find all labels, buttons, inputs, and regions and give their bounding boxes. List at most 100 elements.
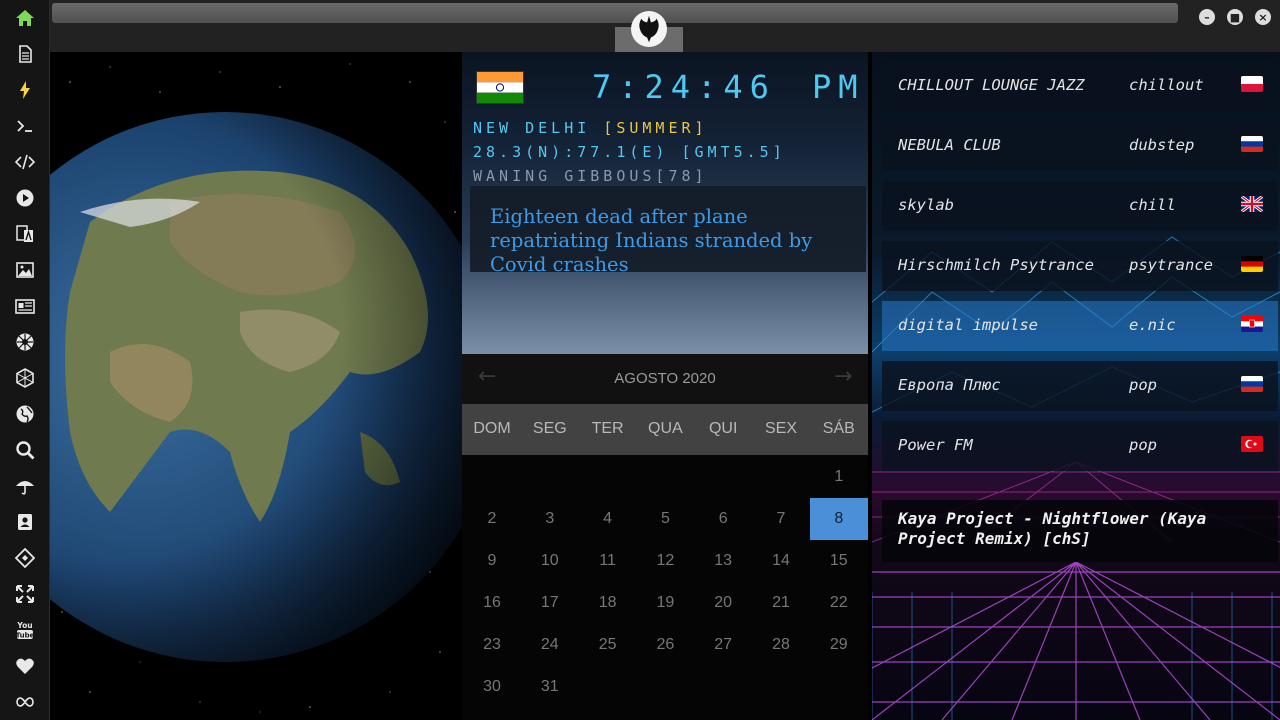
weekday-label: SEG	[532, 420, 567, 437]
calendar-day[interactable]: 16	[463, 582, 521, 624]
calendar-day[interactable]: 24	[521, 624, 579, 666]
calendar-day[interactable]: 26	[636, 624, 694, 666]
flag-ru-icon	[1241, 136, 1263, 152]
svg-text:You: You	[16, 621, 32, 630]
rebel-logo-icon[interactable]	[631, 11, 667, 47]
calendar-day[interactable]: 10	[521, 540, 579, 582]
weekday-label: QUI	[708, 420, 738, 437]
city-line: NEW DELHI [SUMMER]	[473, 119, 708, 137]
newspaper-icon[interactable]	[13, 294, 37, 318]
lightning-icon[interactable]	[13, 78, 37, 102]
flag-de-icon	[1241, 256, 1263, 272]
calendar-day[interactable]: 20	[694, 582, 752, 624]
calendar-day[interactable]: 12	[636, 540, 694, 582]
image-icon[interactable]	[13, 258, 37, 282]
calendar-month-title: AGOSTO 2020	[614, 370, 716, 387]
weekday-label: SÁB	[822, 420, 855, 437]
calendar-day[interactable]: 11	[579, 540, 637, 582]
now-playing-title: Kaya Project - Nightflower (Kaya Project…	[898, 509, 1207, 548]
weekday-label: SEX	[764, 420, 797, 437]
heart-icon[interactable]	[13, 654, 37, 678]
rebel-emblem-icon[interactable]	[13, 330, 37, 354]
clock-time: 7:24:46	[592, 68, 776, 106]
moon-phase-text: WANING GIBBOUS[78]	[473, 167, 708, 185]
coordinates-text: 28.3(N):77.1(E) [GMT5.5]	[473, 143, 786, 161]
station-name: Европа Плюс	[898, 376, 1001, 394]
calendar-day[interactable]: 5	[636, 498, 694, 540]
terminal-icon[interactable]	[13, 114, 37, 138]
station-name: CHILLOUT LOUNGE JAZZ	[898, 76, 1085, 94]
station-genre: psytrance	[1129, 256, 1213, 274]
calendar-day[interactable]: 31	[521, 666, 579, 708]
calendar-day[interactable]: 13	[694, 540, 752, 582]
minimize-button[interactable]: –	[1199, 9, 1215, 25]
calendar-day[interactable]: 18	[579, 582, 637, 624]
flag-pl-icon	[1241, 76, 1263, 92]
india-flag-icon	[476, 71, 524, 104]
calendar-day[interactable]: 28	[752, 624, 810, 666]
station-row[interactable]: CHILLOUT LOUNGE JAZZ chillout	[882, 61, 1278, 111]
maximize-button[interactable]: ■	[1227, 9, 1243, 25]
expand-icon[interactable]	[13, 582, 37, 606]
calendar-next-button[interactable]: →	[834, 364, 852, 389]
calendar-day[interactable]: 2	[463, 498, 521, 540]
calendar-day[interactable]: 3	[521, 498, 579, 540]
calendar-day[interactable]: 1	[810, 456, 868, 498]
news-headline[interactable]: Eighteen dead after plane repatriating I…	[490, 205, 850, 277]
calendar-day[interactable]: 27	[694, 624, 752, 666]
calendar-day[interactable]: 7	[752, 498, 810, 540]
station-row[interactable]: Hirschmilch Psytrance psytrance	[882, 241, 1278, 291]
play-icon[interactable]	[13, 186, 37, 210]
calendar-day[interactable]: 6	[694, 498, 752, 540]
station-row[interactable]: skylab chill	[882, 181, 1278, 231]
infinity-icon[interactable]	[13, 690, 37, 714]
station-row[interactable]: Power FM pop	[882, 421, 1278, 471]
close-button[interactable]: ×	[1255, 9, 1271, 25]
station-genre: chillout	[1129, 76, 1204, 94]
station-name: digital impulse	[898, 316, 1038, 334]
svg-text:Tube: Tube	[16, 632, 35, 640]
flag-ru-icon	[1241, 376, 1263, 392]
calendar-day-today[interactable]: 8	[809, 498, 868, 540]
calendar-day[interactable]: 22	[810, 582, 868, 624]
calendar-day[interactable]: 17	[521, 582, 579, 624]
station-row[interactable]: digital impulse e.nic	[882, 301, 1278, 351]
station-genre: dubstep	[1129, 136, 1195, 154]
station-row[interactable]: Европа Плюс pop	[882, 361, 1278, 411]
document-icon[interactable]	[13, 42, 37, 66]
station-genre: pop	[1129, 436, 1157, 454]
station-genre: chill	[1129, 196, 1176, 214]
station-name: NEBULA CLUB	[898, 136, 1001, 154]
hexagon-icon[interactable]	[13, 366, 37, 390]
station-genre: pop	[1129, 376, 1157, 394]
translate-icon[interactable]	[13, 222, 37, 246]
station-name: skylab	[898, 196, 954, 214]
flag-tr-icon	[1241, 436, 1263, 452]
calendar-day[interactable]: 25	[579, 624, 637, 666]
globe-icon[interactable]	[13, 402, 37, 426]
calendar-day[interactable]: 30	[463, 666, 521, 708]
address-bar[interactable]	[52, 3, 1178, 23]
calendar-day[interactable]: 19	[636, 582, 694, 624]
calendar-day[interactable]: 4	[579, 498, 637, 540]
calendar-day[interactable]: 21	[752, 582, 810, 624]
search-icon[interactable]	[13, 438, 37, 462]
umbrella-icon[interactable]	[13, 474, 37, 498]
calendar-day[interactable]: 9	[463, 540, 521, 582]
calendar-day[interactable]: 29	[810, 624, 868, 666]
station-row[interactable]: NEBULA CLUB dubstep	[882, 121, 1278, 171]
weekday-label: DOM	[473, 420, 511, 437]
calendar-day[interactable]: 15	[810, 540, 868, 582]
home-icon[interactable]	[13, 6, 37, 30]
weekday-label: TER	[591, 420, 624, 437]
calendar-day[interactable]: 23	[463, 624, 521, 666]
contact-card-icon[interactable]	[13, 510, 37, 534]
youtube-icon[interactable]: You Tube	[13, 618, 37, 642]
tag-icon[interactable]	[13, 546, 37, 570]
clock-ampm: PM	[812, 68, 865, 106]
city-name: NEW DELHI	[473, 119, 591, 137]
earth-globe-view[interactable]	[50, 52, 462, 720]
station-name: Power FM	[898, 436, 973, 454]
code-icon[interactable]	[13, 150, 37, 174]
calendar-day[interactable]: 14	[752, 540, 810, 582]
